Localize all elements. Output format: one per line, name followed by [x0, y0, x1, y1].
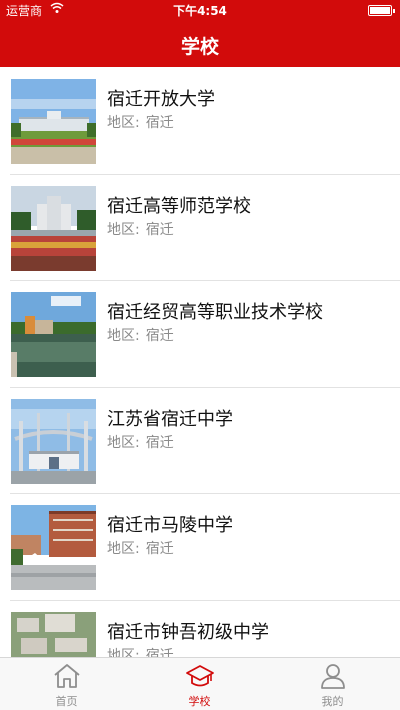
region-label: 地区: [107, 221, 140, 238]
region-label: 地区: [107, 541, 140, 557]
nav-bar: 学校 [0, 20, 400, 67]
region-label: 地区: [107, 115, 140, 131]
school-region: 地区: 宿迁 [107, 325, 174, 345]
user-icon [318, 662, 348, 690]
tab-label: 我的 [321, 695, 344, 708]
school-name: 宿迁市马陵中学 [107, 515, 233, 536]
battery-icon [368, 5, 395, 16]
region-label: 地区: [107, 434, 140, 451]
region-value: 宿迁 [145, 647, 174, 658]
school-name: 宿迁市钟吾初级中学 [107, 621, 269, 643]
school-list-item[interactable]: 宿迁开放大学 地区: 宿迁 [0, 67, 400, 174]
school-list-item[interactable]: 江苏省宿迁中学 地区: 宿迁 [0, 387, 400, 494]
school-name: 宿迁开放大学 [107, 89, 215, 110]
school-region: 地区: 宿迁 [107, 432, 174, 452]
tab-mine[interactable]: 我的 [266, 658, 399, 710]
clock-label: 下午4:54 [173, 4, 227, 18]
school-photo [11, 505, 96, 590]
school-photo [11, 185, 96, 271]
school-region: 地区: 宿迁 [107, 112, 174, 132]
status-bar: 运营商 下午4:54 [0, 0, 400, 20]
region-value: 宿迁 [145, 221, 174, 238]
page-title: 学校 [180, 36, 219, 58]
region-value: 宿迁 [145, 328, 174, 344]
home-icon [52, 662, 82, 690]
school-name: 江苏省宿迁中学 [107, 408, 233, 430]
school-name: 宿迁高等师范学校 [107, 195, 251, 217]
tab-bar: 首页 学校 我的 [0, 657, 400, 710]
school-photo [11, 79, 96, 164]
region-value: 宿迁 [145, 115, 174, 131]
school-region: 地区: 宿迁 [107, 219, 174, 239]
school-list-item[interactable]: 宿迁经贸高等职业技术学校 地区: 宿迁 [0, 280, 400, 387]
tab-label: 首页 [55, 695, 78, 708]
school-name: 宿迁经贸高等职业技术学校 [107, 302, 323, 323]
region-value: 宿迁 [145, 434, 174, 451]
region-label: 地区: [107, 328, 140, 344]
tab-label: 学校 [188, 695, 211, 708]
school-region: 地区: 宿迁 [107, 645, 174, 658]
school-photo [11, 292, 96, 377]
school-list-item[interactable]: 宿迁市钟吾初级中学 地区: 宿迁 [0, 600, 400, 658]
region-label: 地区: [107, 647, 140, 658]
region-value: 宿迁 [145, 541, 174, 557]
school-list: 宿迁开放大学 地区: 宿迁 宿迁高等师范学校 地区: 宿迁 宿迁经贸高等职业技术… [0, 67, 400, 657]
graduation-cap-icon [185, 662, 215, 690]
school-list-item[interactable]: 宿迁市马陵中学 地区: 宿迁 [0, 493, 400, 600]
tab-school[interactable]: 学校 [133, 658, 266, 710]
tab-home[interactable]: 首页 [0, 658, 133, 710]
school-region: 地区: 宿迁 [107, 538, 174, 558]
school-photo [11, 398, 96, 484]
school-list-item[interactable]: 宿迁高等师范学校 地区: 宿迁 [0, 174, 400, 281]
school-photo [11, 611, 96, 657]
